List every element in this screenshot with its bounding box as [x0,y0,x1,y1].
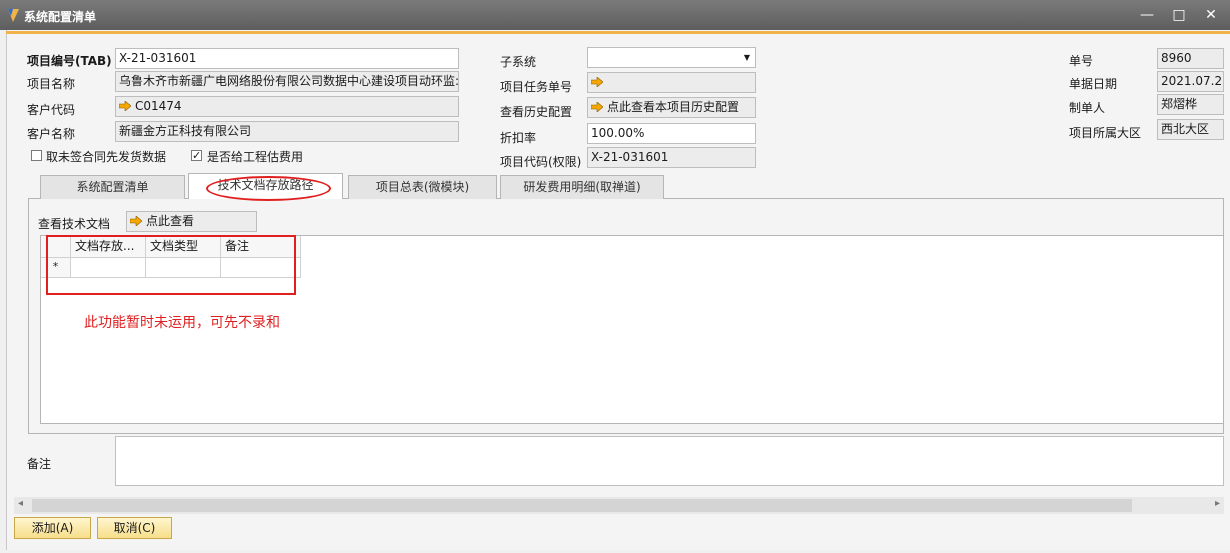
task-no-label: 项目任务单号 [500,80,573,94]
unsigned-delivery-checkbox[interactable] [31,150,42,161]
remarks-label: 备注 [27,457,52,471]
annotation-note: 此功能暂时未运用，可先不录和 [84,315,280,331]
customer-code-value: C01474 [135,99,182,113]
customer-name-label: 客户名称 [27,127,76,141]
project-name-label: 项目名称 [27,77,76,91]
unsigned-delivery-label: 取未签合同先发货数据 [46,150,167,164]
arrow-right-icon [591,102,603,112]
arrow-right-icon [130,216,142,226]
engineering-fee-label: 是否给工程估费用 [207,150,304,164]
arrow-right-icon [119,101,131,111]
remarks-input[interactable] [115,436,1224,486]
window-title: 系统配置清单 [24,10,97,24]
engineering-fee-checkbox[interactable]: ✓ [191,150,202,161]
view-docs-text: 点此查看 [146,214,195,228]
subsystem-select[interactable]: ▼ [587,47,756,68]
scroll-right-icon[interactable]: ▸ [1215,498,1220,509]
cancel-button[interactable]: 取消(C) [97,517,172,539]
close-button[interactable]: ✕ [1200,6,1222,24]
customer-name-field[interactable]: 新疆金方正科技有限公司 [115,121,459,142]
horizontal-scrollbar[interactable]: ◂ ▸ [14,497,1224,514]
doc-no-label: 单号 [1069,54,1094,68]
chevron-down-icon: ▼ [743,53,750,62]
creator-label: 制单人 [1069,101,1106,115]
view-docs-label: 查看技术文档 [38,217,111,231]
task-no-field[interactable] [587,72,756,93]
discount-label: 折扣率 [500,131,537,145]
highlight-box [46,235,296,295]
scroll-thumb[interactable] [32,499,1132,512]
minimize-button[interactable]: — [1136,6,1158,24]
doc-date-label: 单据日期 [1069,77,1118,91]
view-docs-link[interactable]: 点此查看 [126,211,257,232]
creator-field[interactable]: 郑熠桦 [1157,94,1224,115]
arrow-right-icon [591,77,603,87]
accent-bar [6,31,1230,34]
title-bar: 系统配置清单 — □ ✕ [0,0,1230,30]
doc-no-field[interactable]: 8960 [1157,48,1224,69]
subsystem-label: 子系统 [500,55,537,69]
tab-project-summary[interactable]: 项目总表(微模块) [348,175,497,199]
project-no-field[interactable]: X-21-031601 [115,48,459,69]
highlight-oval [206,176,331,201]
region-label: 项目所属大区 [1069,126,1142,140]
region-field[interactable]: 西北大区 [1157,119,1224,140]
tab-rd-costs[interactable]: 研发费用明细(取禅道) [500,175,664,199]
add-button[interactable]: 添加(A) [14,517,91,539]
maximize-button[interactable]: □ [1168,6,1190,24]
project-name-field[interactable]: 乌鲁木齐市新疆广电网络股份有限公司数据中心建设项目动环监: [115,71,459,92]
history-link-field[interactable]: 点此查看本项目历史配置 [587,97,756,118]
doc-date-field[interactable]: 2021.07.23 [1157,71,1224,92]
app-logo-icon [8,9,19,22]
customer-code-label: 客户代码 [27,103,76,117]
customer-code-field[interactable]: C01474 [115,96,459,117]
code-perm-label: 项目代码(权限) [500,155,582,169]
history-label: 查看历史配置 [500,105,573,119]
discount-field[interactable]: 100.00% [587,123,756,144]
tab-system-config[interactable]: 系统配置清单 [40,175,185,199]
history-link-text: 点此查看本项目历史配置 [607,100,740,114]
code-perm-field[interactable]: X-21-031601 [587,147,756,168]
scroll-left-icon[interactable]: ◂ [18,498,23,509]
project-no-label: 项目编号(TAB) [27,54,112,68]
